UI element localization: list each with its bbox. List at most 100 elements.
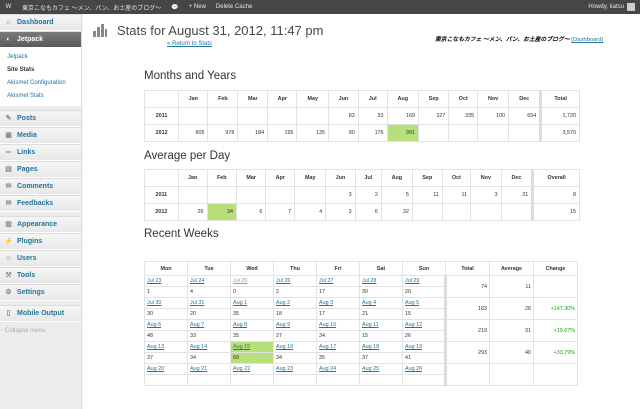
day-date-cell: Aug 13 xyxy=(144,341,188,353)
value-cell xyxy=(417,124,450,142)
day-date-cell: Aug 26 xyxy=(402,363,446,375)
day-link[interactable]: Aug 19 xyxy=(405,344,422,350)
menu-item-posts[interactable]: ✎ Posts xyxy=(0,110,81,127)
day-link[interactable]: Aug 23 xyxy=(276,366,293,372)
day-link[interactable]: Jul 30 xyxy=(147,300,161,306)
week-dates-row: Aug 20 Aug 21 Aug 22 Aug 23 Aug 24 Aug 25 Aug … xyxy=(144,363,578,386)
day-date-cell: Aug 9 xyxy=(273,319,317,331)
value-cell: 90 xyxy=(327,124,359,142)
page-title: Stats for August 31, 2012, 11:47 pm xyxy=(117,23,324,38)
menu-item-label: Plugins xyxy=(17,238,43,245)
weeks-heading: Recent Weeks xyxy=(144,228,219,240)
day-link[interactable]: Aug 2 xyxy=(276,300,290,306)
submenu-item[interactable]: Akismet Configuration xyxy=(0,77,81,90)
day-views-cell: 48 xyxy=(144,330,188,342)
value-cell: 3,570 xyxy=(539,124,580,142)
settings-icon: ⚙ xyxy=(5,289,12,296)
menu-item-dashboard[interactable]: ⌂ Dashboard xyxy=(0,14,81,31)
menu-item-settings[interactable]: ⚙ Settings xyxy=(0,284,81,301)
tools-icon: ⚒ xyxy=(5,272,12,279)
user-account-menu[interactable]: Howdy, katsu xyxy=(583,0,640,14)
day-link[interactable]: Aug 9 xyxy=(276,322,290,328)
day-link[interactable]: Aug 14 xyxy=(190,344,207,350)
day-link[interactable]: Jul 23 xyxy=(147,278,161,284)
day-link[interactable]: Aug 13 xyxy=(147,344,164,350)
day-link[interactable]: Aug 26 xyxy=(405,366,422,372)
menu-item-links[interactable]: ∞ Links xyxy=(0,144,81,161)
day-link[interactable]: Aug 18 xyxy=(362,344,379,350)
column-header: Aug xyxy=(386,90,420,108)
column-header: Dec xyxy=(500,169,534,187)
week-average: 31 xyxy=(489,319,534,342)
comments-icon[interactable]: 💬 xyxy=(166,0,183,14)
day-date-cell: Aug 24 xyxy=(316,363,360,375)
collapse-menu-button[interactable]: Collapse menu xyxy=(0,322,81,340)
day-link[interactable]: Aug 12 xyxy=(405,322,422,328)
menu-item-media[interactable]: ▣ Media xyxy=(0,127,81,144)
day-link[interactable]: Jul 27 xyxy=(319,278,333,284)
day-link[interactable]: Aug 8 xyxy=(233,322,247,328)
day-link[interactable]: Aug 7 xyxy=(190,322,204,328)
day-link[interactable]: Jul 24 xyxy=(190,278,204,284)
average-heading: Average per Day xyxy=(144,150,231,162)
day-link[interactable]: Jul 31 xyxy=(190,300,204,306)
week-change xyxy=(533,363,578,386)
day-views-cell xyxy=(273,374,317,386)
value-cell: 1,720 xyxy=(539,107,580,125)
day-link[interactable]: Aug 22 xyxy=(233,366,250,372)
day-link[interactable]: Aug 5 xyxy=(405,300,419,306)
column-header: Average xyxy=(489,261,534,276)
week-change xyxy=(533,275,578,298)
day-link[interactable]: Aug 15 xyxy=(233,344,250,350)
day-date-cell: Jul 31 xyxy=(187,297,231,309)
day-link[interactable]: Aug 6 xyxy=(147,322,161,328)
day-link[interactable]: Aug 25 xyxy=(362,366,379,372)
site-name-link[interactable]: 東京こなもカフェ 〜メン、パン、お土産のブログ〜 xyxy=(17,0,166,14)
day-link[interactable]: Aug 21 xyxy=(190,366,207,372)
day-link[interactable]: Aug 3 xyxy=(319,300,333,306)
day-link[interactable]: Jul 29 xyxy=(405,278,419,284)
day-link[interactable]: Aug 1 xyxy=(233,300,247,306)
menu-item-appearance[interactable]: ▥ Appearance xyxy=(0,216,81,233)
column-header: Jun xyxy=(327,90,359,108)
wordpress-logo-icon[interactable]: W xyxy=(0,0,17,14)
menu-item-plugins[interactable]: ⚡ Plugins xyxy=(0,233,81,250)
day-date-cell: Aug 5 xyxy=(402,297,446,309)
column-header: Mar xyxy=(237,90,269,108)
dashboard-link[interactable]: (Dashboard) xyxy=(571,37,603,43)
day-link[interactable]: Aug 16 xyxy=(276,344,293,350)
menu-item-feedbacks[interactable]: ✉ Feedbacks xyxy=(0,195,81,212)
day-link[interactable]: Aug 4 xyxy=(362,300,376,306)
delete-cache-button[interactable]: Delete Cache xyxy=(211,0,257,14)
feedbacks-icon: ✉ xyxy=(5,200,12,207)
value-cell: 7 xyxy=(265,203,296,221)
day-link[interactable]: Aug 10 xyxy=(319,322,336,328)
menu-item-label: Mobile Output xyxy=(17,310,65,317)
day-date-cell: Aug 23 xyxy=(273,363,317,375)
day-link[interactable]: Aug 11 xyxy=(362,322,379,328)
menu-item-pages[interactable]: ▤ Pages xyxy=(0,161,81,178)
day-date-cell: Aug 20 xyxy=(144,363,188,375)
menu-item-comments[interactable]: ✉ Comments xyxy=(0,178,81,195)
menu-item-label: Settings xyxy=(17,289,45,296)
submenu-item[interactable]: Site Stats xyxy=(0,64,81,77)
menu-item-jetpack[interactable]: ◐ Jetpack xyxy=(0,31,81,48)
day-link[interactable]: Aug 20 xyxy=(147,366,164,372)
week-dates-row: Aug 13 Aug 14 Aug 15 Aug 16 Aug 17 Aug 18 Aug … xyxy=(144,341,578,364)
day-link[interactable]: Jul 28 xyxy=(362,278,376,284)
day-link[interactable]: Jul 25 xyxy=(233,278,247,284)
submenu-item[interactable]: Jetpack xyxy=(0,51,81,64)
day-link[interactable]: Jul 26 xyxy=(276,278,290,284)
day-link[interactable]: Aug 17 xyxy=(319,344,336,350)
table-row: 2012 805 978 184 195 135 90 176 991 3,570 xyxy=(143,124,580,142)
new-content-button[interactable]: + New xyxy=(184,0,211,14)
return-to-stats-link[interactable]: « Return to Stats xyxy=(167,41,212,47)
menu-item-users[interactable]: ☺ Users xyxy=(0,250,81,267)
menu-item-label: Media xyxy=(17,132,37,139)
day-link[interactable]: Aug 24 xyxy=(319,366,336,372)
submenu-item[interactable]: Akismet Stats xyxy=(0,90,81,103)
menu-item-tools[interactable]: ⚒ Tools xyxy=(0,267,81,284)
value-cell: 335 xyxy=(448,107,479,125)
week-dates-row: Aug 6 Aug 7 Aug 8 Aug 9 Aug 10 Aug 11 Aug 12 21… xyxy=(144,319,578,342)
menu-item-mobile-output[interactable]: ▯ Mobile Output xyxy=(0,305,81,322)
